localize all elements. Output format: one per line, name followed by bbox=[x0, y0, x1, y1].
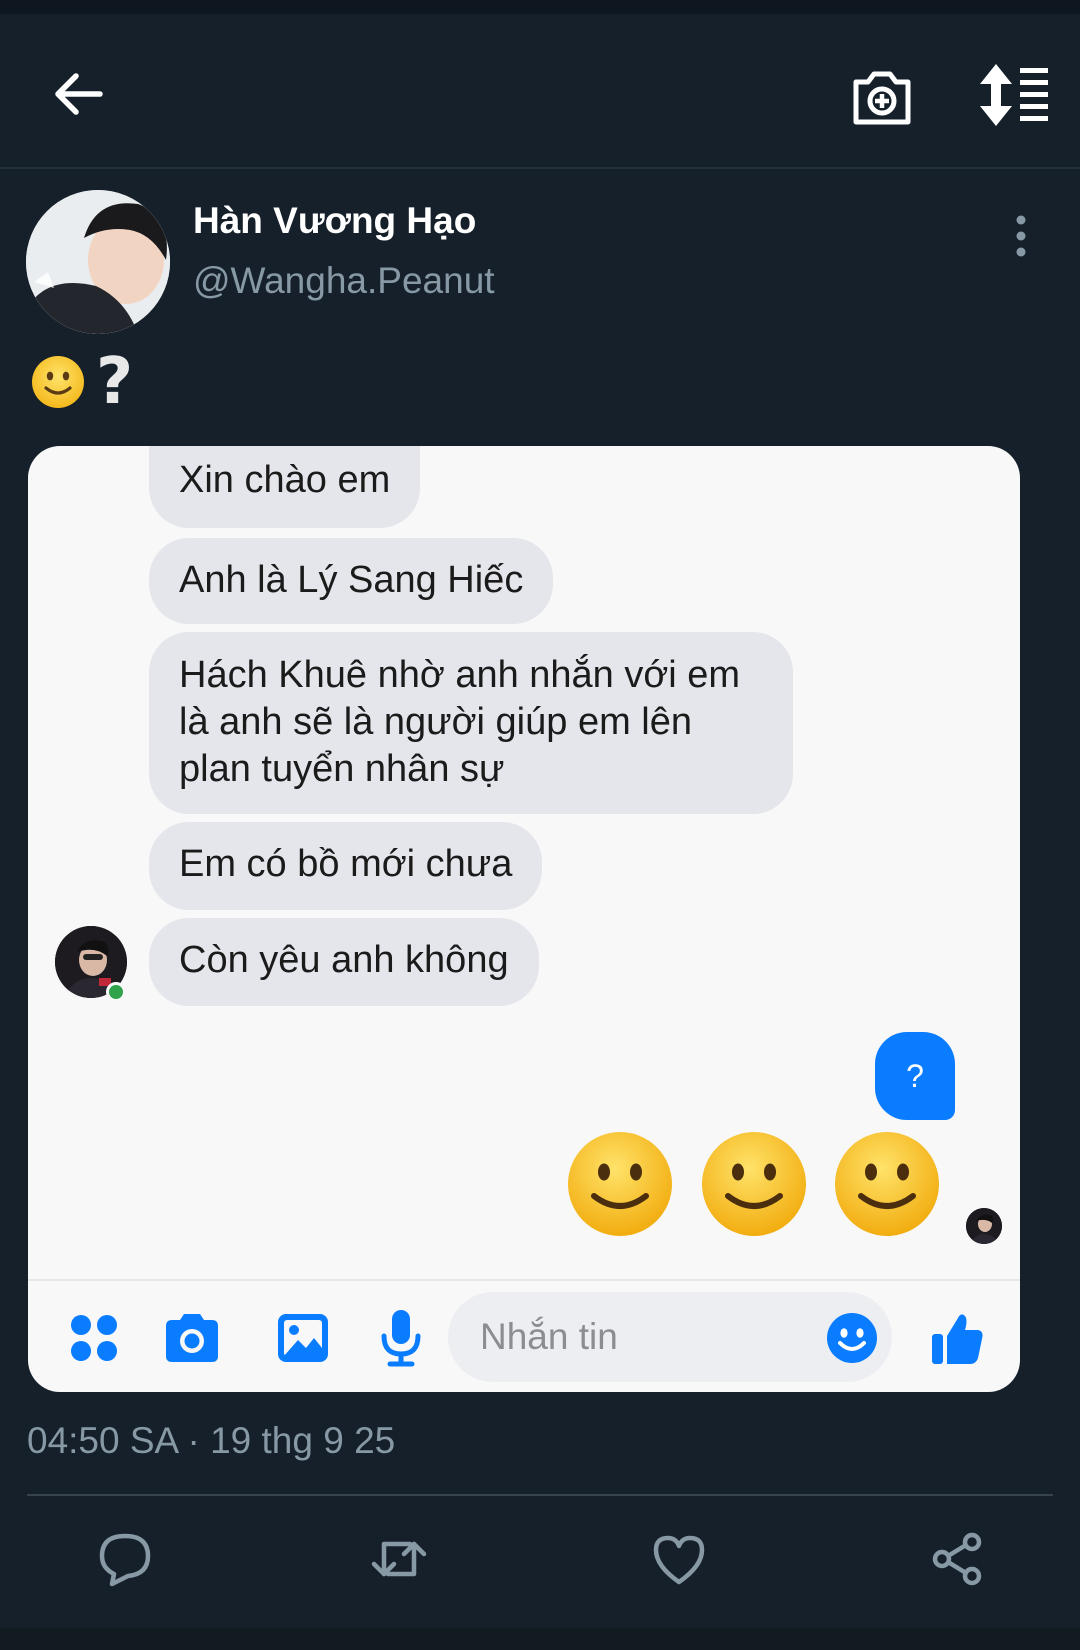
received-message: Xin chào em bbox=[149, 446, 421, 528]
status-bar bbox=[0, 0, 1080, 14]
online-status-dot bbox=[106, 982, 126, 1002]
retweet-icon[interactable] bbox=[370, 1530, 428, 1588]
smiling-face-emoji bbox=[835, 1132, 939, 1236]
smiling-face-emoji bbox=[702, 1132, 806, 1236]
author-handle[interactable]: @Wangha.Peanut bbox=[193, 260, 495, 302]
actions-divider bbox=[27, 1494, 1053, 1496]
tweet-question-mark: ? bbox=[96, 345, 134, 419]
attached-chat-screenshot[interactable]: Xin chào em Anh là Lý Sang Hiếc Hách Khu… bbox=[28, 446, 1020, 1392]
message-input[interactable]: Nhắn tin bbox=[448, 1292, 892, 1382]
smiling-face-emoji bbox=[568, 1132, 672, 1236]
message-input-placeholder: Nhắn tin bbox=[480, 1316, 618, 1357]
seen-receipt-avatar bbox=[966, 1208, 1002, 1244]
tweet-text: ? bbox=[30, 345, 134, 419]
sort-icon[interactable] bbox=[978, 62, 1050, 128]
tweet-timestamp: 04:50 SA · 19 thg 9 25 bbox=[27, 1420, 396, 1461]
thumbs-up-icon[interactable] bbox=[930, 1308, 984, 1368]
header-divider bbox=[0, 167, 1080, 169]
received-message: Anh là Lý Sang Hiếc bbox=[149, 538, 554, 624]
author-name[interactable]: Hàn Vương Hạo bbox=[193, 200, 476, 242]
sent-message: ? bbox=[875, 1032, 955, 1120]
share-icon[interactable] bbox=[928, 1530, 986, 1588]
smiling-face-emoji bbox=[32, 356, 84, 408]
navigation-bar bbox=[0, 1628, 1080, 1650]
author-avatar[interactable] bbox=[26, 190, 170, 334]
camera-icon[interactable] bbox=[162, 1308, 222, 1368]
received-message: Em có bồ mới chưa bbox=[149, 822, 543, 910]
apps-icon[interactable] bbox=[68, 1308, 120, 1368]
received-message: Còn yêu anh không bbox=[149, 918, 539, 1006]
like-icon[interactable] bbox=[650, 1530, 708, 1588]
composer-divider bbox=[28, 1279, 1020, 1281]
back-arrow-icon[interactable] bbox=[48, 64, 108, 124]
microphone-icon[interactable] bbox=[378, 1308, 424, 1368]
gallery-icon[interactable] bbox=[276, 1308, 330, 1368]
more-options-icon[interactable] bbox=[1008, 214, 1034, 258]
camera-add-icon[interactable] bbox=[850, 60, 914, 130]
top-app-bar bbox=[0, 14, 1080, 168]
reply-icon[interactable] bbox=[96, 1530, 154, 1588]
received-message: Hách Khuê nhờ anh nhắn với em là anh sẽ … bbox=[149, 632, 793, 814]
emoji-icon[interactable] bbox=[826, 1312, 878, 1364]
